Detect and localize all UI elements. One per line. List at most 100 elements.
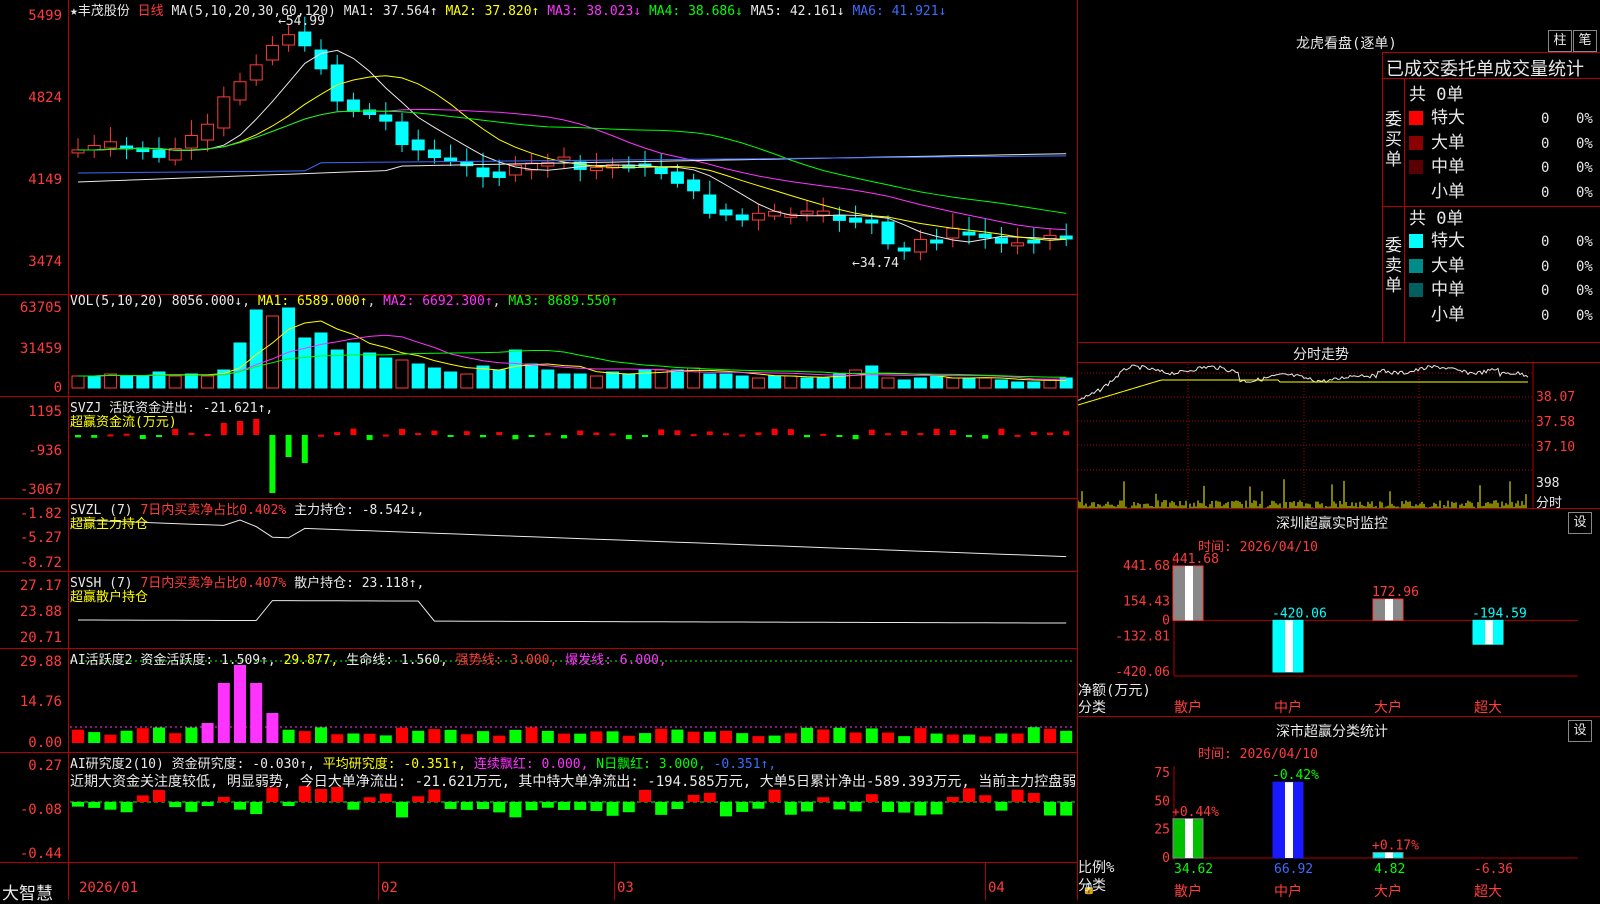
capital-flow-bar (204, 434, 211, 437)
capital-flow-bar (690, 434, 697, 437)
volume-bar (379, 357, 393, 389)
capital-flow-bar (415, 433, 422, 436)
order-count: 0 (1541, 234, 1550, 250)
order-size-name: 大单 (1431, 132, 1465, 153)
svzj-y-tick: -3067 (19, 482, 62, 498)
candle-body (557, 156, 571, 161)
volume-bar (444, 371, 458, 389)
activity-bar (914, 728, 927, 743)
ai-research-y-tick: -0.08 (19, 802, 62, 818)
candlestick-chart[interactable] (0, 0, 1078, 862)
capital-flow-bar (107, 434, 114, 437)
activity-bar (639, 733, 651, 743)
research-bar (720, 802, 732, 817)
activity-bar (298, 731, 311, 743)
chart-area[interactable]: ★丰茂股份 日线 MA(5,10,20,30,60,120) MA1: 37.5… (0, 0, 1096, 904)
sell-row: 中单 0 0% (1409, 275, 1593, 300)
research-bar (817, 797, 830, 802)
ai-active-y-tick: 14.76 (19, 694, 62, 710)
activity-bar (185, 727, 198, 743)
ai-active-y-tick: 0.00 (28, 735, 62, 751)
legend-swatch (1409, 184, 1423, 199)
order-count: 0 (1541, 111, 1550, 127)
research-bar (396, 802, 408, 818)
sz-class-ylabel: 比例% (1078, 860, 1115, 876)
activity-bar (606, 731, 619, 743)
ai-research-v1: 资金研究度: -0.030↑, (171, 757, 315, 772)
bar-value-label: 4.82 (1374, 862, 1405, 877)
candle-body (379, 114, 393, 122)
ai-research-v4: N日飘红: 3.000, (596, 757, 706, 772)
vol-header: VOL(5,10,20) 8056.000↓, MA1: 6589.000↑, … (70, 294, 618, 309)
volume-bar (670, 369, 684, 389)
candle-body (881, 221, 895, 245)
order-percent: 0% (1576, 283, 1593, 299)
capital-flow-bar (350, 428, 357, 435)
activity-bar (671, 729, 684, 743)
volume-bar (298, 337, 312, 389)
bar-y-tick: 0 (1162, 613, 1170, 628)
capital-flow-bar (901, 431, 908, 435)
research-bar (379, 793, 392, 802)
research-bar (655, 802, 668, 815)
capital-flow-bar (285, 435, 292, 457)
activity-bar (266, 713, 279, 743)
volume-bar (735, 375, 749, 389)
sell-row: 特大 0 0% (1409, 226, 1593, 251)
volume-bar (346, 342, 360, 389)
order-percent: 0% (1576, 234, 1593, 250)
activity-bar (1044, 728, 1056, 743)
research-bar (1011, 789, 1024, 802)
bar-category-label: 中户 (1274, 883, 1302, 900)
legend-swatch (1409, 111, 1423, 125)
volume-bar (249, 309, 263, 389)
ai-active-v4: 强势线: 3.000, (455, 653, 558, 668)
svzl-holding: 主力持仓: -8.542↓, (294, 503, 425, 518)
volume-bar (541, 369, 555, 389)
research-bar (833, 802, 846, 810)
order-count: 0 (1541, 307, 1550, 324)
activity-bar (136, 728, 149, 743)
ai-research-name: AI研究度2(10) (70, 757, 164, 772)
activity-bar (477, 731, 489, 743)
candle-body (930, 239, 944, 244)
research-bar (201, 802, 214, 807)
volume-bar (87, 375, 101, 389)
ai-active-v2: 29.877, (283, 653, 339, 668)
ai-research-v5: -0.351↑, (713, 757, 777, 772)
order-percent: 0% (1576, 135, 1593, 152)
activity-bar (1011, 733, 1024, 743)
activity-bar (849, 732, 862, 743)
legend-swatch (1409, 135, 1423, 150)
activity-bar (282, 729, 295, 743)
research-bar (768, 789, 781, 802)
bar-y-tick: 75 (1154, 766, 1170, 781)
bar-change-label: -0.42% (1272, 768, 1319, 783)
candle-body (444, 157, 458, 162)
legend-swatch (1409, 307, 1423, 322)
sz-class-settings-button[interactable]: 设 (1568, 720, 1592, 742)
volume-bar (1011, 381, 1025, 389)
activity-bar (493, 735, 506, 743)
activity-bar (396, 727, 408, 743)
order-count: 0 (1541, 184, 1550, 201)
svzl-y-tick: -5.27 (19, 530, 62, 546)
candle-body (1059, 235, 1073, 240)
research-bar (444, 802, 457, 809)
bar-change-label: +0.17% (1372, 839, 1419, 854)
activity-bar (363, 733, 376, 743)
capital-flow-bar (949, 429, 956, 435)
candle-body (152, 149, 166, 158)
capital-flow-bar (868, 429, 875, 435)
capital-flow-bar (399, 428, 405, 435)
volume-bar (136, 375, 150, 389)
capital-flow-bar (787, 429, 794, 435)
svsh-subtitle: 超赢散户持仓 (70, 590, 149, 605)
activity-bar (574, 733, 587, 743)
vol-ma1: MA1: 6589.000↑ (257, 294, 368, 309)
order-count: 0 (1541, 160, 1550, 176)
research-bar (558, 802, 570, 810)
x-axis-label: 04 (988, 880, 1005, 896)
activity-bar (752, 736, 765, 743)
candle-body (735, 214, 749, 221)
